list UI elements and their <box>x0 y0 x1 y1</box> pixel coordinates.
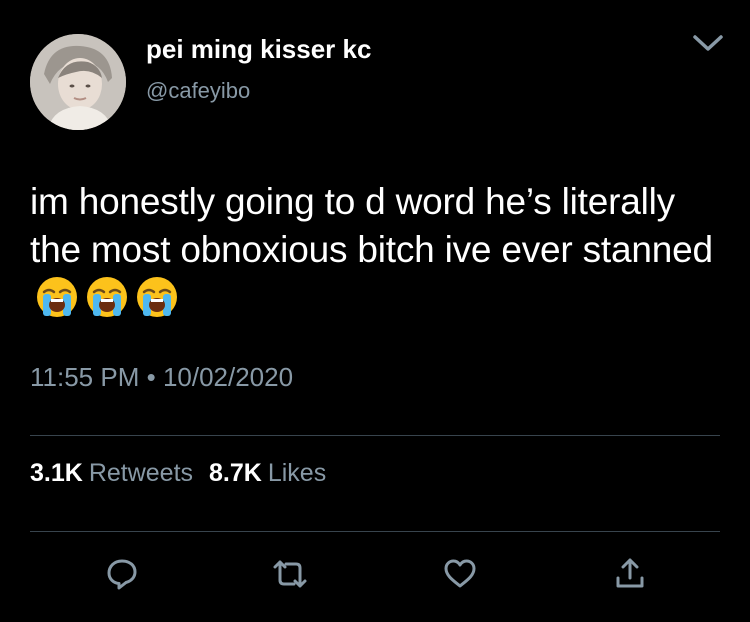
tweet-body: im honestly going to d word he’s literal… <box>30 181 713 270</box>
avatar[interactable] <box>30 34 126 130</box>
emoji-group <box>36 276 186 330</box>
engagement-stats: 3.1K Retweets 8.7K Likes <box>30 459 342 488</box>
likes-label[interactable]: Likes <box>268 459 326 487</box>
loudly-crying-face-icon <box>37 277 77 317</box>
divider <box>30 531 720 532</box>
like-icon[interactable] <box>442 556 478 592</box>
author-display-name[interactable]: pei ming kisser kc <box>146 34 371 65</box>
meta-separator: • <box>146 362 156 392</box>
loudly-crying-face-icon <box>137 277 177 317</box>
retweets-count[interactable]: 3.1K <box>30 459 83 487</box>
likes-count[interactable]: 8.7K <box>209 459 262 487</box>
share-icon[interactable] <box>612 556 648 592</box>
author-handle[interactable]: @cafeyibo <box>146 78 250 104</box>
retweet-icon[interactable] <box>272 556 308 592</box>
tweet-date: 10/02/2020 <box>162 362 294 392</box>
chevron-down-icon[interactable] <box>690 30 726 56</box>
reply-icon[interactable] <box>104 556 140 592</box>
tweet-card: pei ming kisser kc @cafeyibo im honestly… <box>0 0 750 622</box>
tweet-timestamp[interactable]: 11:55 PM • 10/02/2020 <box>30 362 293 393</box>
tweet-text: im honestly going to d word he’s literal… <box>30 178 730 330</box>
loudly-crying-face-icon <box>87 277 127 317</box>
avatar-photo <box>30 34 126 130</box>
divider <box>30 435 720 436</box>
retweets-label[interactable]: Retweets <box>89 459 193 487</box>
tweet-time: 11:55 PM <box>30 362 140 392</box>
